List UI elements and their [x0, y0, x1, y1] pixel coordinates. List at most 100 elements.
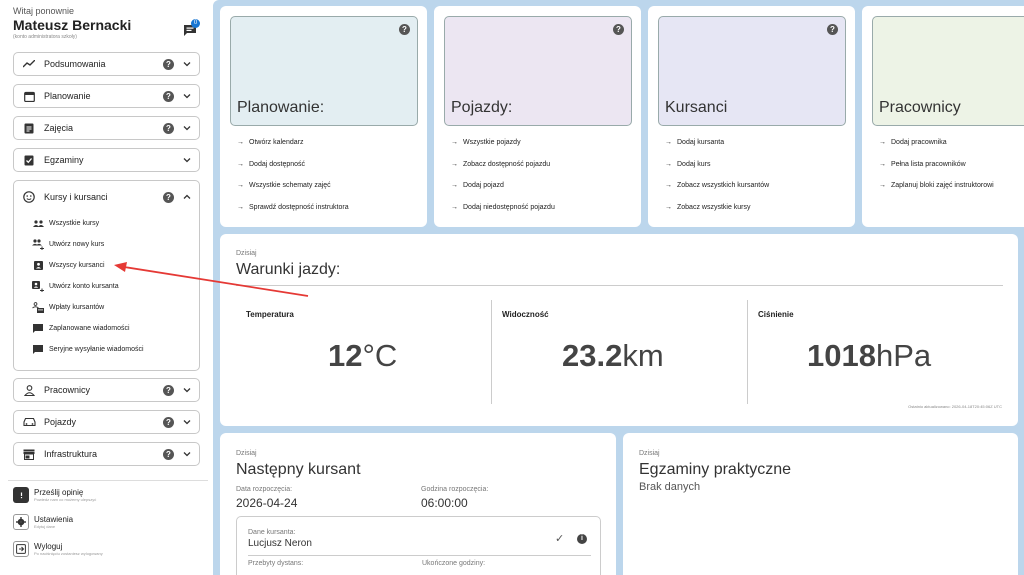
person-card-icon: [32, 260, 44, 272]
quick-link[interactable]: → Dodaj pojazd: [451, 182, 504, 189]
arrow-right-icon: →: [665, 161, 672, 168]
quick-link[interactable]: → Wszystkie pojazdy: [451, 139, 521, 146]
student-name: Lucjusz Neron: [248, 538, 312, 549]
exams-title: Egzaminy praktyczne: [639, 461, 792, 478]
help-icon[interactable]: ?: [399, 24, 410, 35]
sub-item-label: Seryjne wysyłanie wiadomości: [49, 346, 144, 353]
quick-link[interactable]: → Dodaj pracownika: [879, 139, 947, 146]
sidebar-item-infrastructure[interactable]: Infrastruktura ?: [13, 442, 200, 466]
quick-link[interactable]: → Dodaj dostępność: [237, 161, 305, 168]
details-label: Dane kursanta:: [248, 529, 296, 536]
quick-link[interactable]: → Zaplanuj bloki zajęć instruktorowi: [879, 182, 994, 189]
quick-link[interactable]: → Wszystkie schematy zajęć: [237, 182, 331, 189]
arrow-right-icon: →: [451, 204, 458, 211]
chevron-down-icon[interactable]: [183, 450, 191, 458]
quick-link[interactable]: → Zobacz wszystkich kursantów: [665, 182, 769, 189]
sidebar-item-vehicles[interactable]: Pojazdy ?: [13, 410, 200, 434]
arrow-right-icon: →: [665, 182, 672, 189]
visibility-value: 23.2km: [562, 338, 664, 373]
chevron-down-icon[interactable]: [183, 156, 191, 164]
quick-link[interactable]: → Dodaj kurs: [665, 161, 710, 168]
account-note: (konto administratora szkoły): [13, 34, 77, 40]
sidebar-item-label: Zajęcia: [44, 123, 74, 133]
chevron-down-icon[interactable]: [183, 386, 191, 394]
user-name: Mateusz Bernacki: [13, 17, 132, 33]
user-greeting: Witaj ponownie Mateusz Bernacki (konto a…: [13, 6, 131, 40]
calendar-icon: [22, 89, 36, 103]
feedback-button[interactable]: Prześlij opinię Powiedz nam co możemy ul…: [13, 487, 96, 503]
quick-link[interactable]: → Otwórz kalendarz: [237, 139, 303, 146]
sidebar-item-employees[interactable]: Pracownicy ?: [13, 378, 200, 402]
sidebar-item-label: Podsumowania: [44, 59, 106, 69]
weather-today: Dzisiaj: [236, 250, 257, 257]
quick-link[interactable]: → Sprawdź dostępność instruktora: [237, 204, 349, 211]
divider: [747, 300, 748, 404]
help-icon[interactable]: ?: [163, 416, 174, 428]
chevron-up-icon[interactable]: [183, 193, 191, 201]
sidebar-footer: Prześlij opinię Powiedz nam co możemy ul…: [8, 480, 208, 575]
temperature-label: Temperatura: [246, 310, 294, 319]
help-icon[interactable]: ?: [613, 24, 624, 35]
visibility-label: Widoczność: [502, 310, 549, 319]
weather-updated: Ostatnio aktualizowano: 2026-04-18T20:45…: [908, 404, 1002, 409]
help-icon[interactable]: ?: [163, 191, 174, 203]
clipboard-icon: [22, 121, 36, 135]
sidebar-subitem-payments[interactable]: Wpłaty kursantów: [14, 297, 199, 318]
sidebar-subitem-all-students[interactable]: Wszyscy kursanci: [14, 255, 199, 276]
sidebar-subitem-bulk-messages[interactable]: Seryjne wysyłanie wiadomości: [14, 339, 199, 360]
chevron-down-icon[interactable]: [183, 124, 191, 132]
logout-icon: [13, 541, 29, 557]
arrow-right-icon: →: [451, 139, 458, 146]
quick-link[interactable]: → Dodaj niedostępność pojazdu: [451, 204, 555, 211]
trend-icon: [22, 57, 36, 71]
next-student-card: Dzisiaj Następny kursant Data rozpoczęci…: [220, 433, 616, 575]
help-icon[interactable]: ?: [163, 448, 174, 460]
quick-link[interactable]: → Zobacz wszystkie kursy: [665, 204, 751, 211]
sidebar-item-classes[interactable]: Zajęcia ?: [13, 116, 200, 140]
quick-link[interactable]: → Zobacz dostępność pojazdu: [451, 161, 550, 168]
sidebar-item-courses[interactable]: Kursy i kursanci ?: [14, 181, 199, 213]
arrow-right-icon: →: [451, 182, 458, 189]
arrow-right-icon: →: [665, 139, 672, 146]
person-add-icon: [32, 281, 44, 293]
help-icon[interactable]: ?: [163, 384, 174, 396]
quick-link[interactable]: → Pełna lista pracowników: [879, 161, 966, 168]
start-time-label: Godzina rozpoczęcia:: [421, 486, 489, 493]
card-title: Pojazdy:: [451, 99, 513, 116]
quick-card-employees: Pracownicy → Dodaj pracownika → Pełna list…: [862, 6, 1024, 227]
sidebar-item-planning[interactable]: Planowanie ?: [13, 84, 200, 108]
sidebar-subitem-all-courses[interactable]: Wszystkie kursy: [14, 213, 199, 234]
feedback-title: Prześlij opinię: [34, 488, 84, 497]
help-icon[interactable]: ?: [827, 24, 838, 35]
sidebar-subitem-create-student[interactable]: Utwórz konto kursanta: [14, 276, 199, 297]
settings-button[interactable]: Ustawienia Edytuj dane: [13, 514, 73, 530]
payments-icon: [32, 302, 44, 314]
chevron-down-icon[interactable]: [183, 418, 191, 426]
info-icon[interactable]: i: [577, 534, 587, 544]
help-icon[interactable]: ?: [163, 122, 174, 134]
check-icon[interactable]: ✓: [555, 532, 564, 545]
sub-item-label: Wszyscy kursanci: [49, 262, 105, 269]
sidebar-item-label: Pracownicy: [44, 385, 91, 395]
chevron-down-icon[interactable]: [183, 92, 191, 100]
sidebar-item-label: Infrastruktura: [44, 449, 98, 459]
arrow-right-icon: →: [237, 204, 244, 211]
sidebar-item-label: Pojazdy: [44, 417, 77, 427]
sidebar-item-summaries[interactable]: Podsumowania ?: [13, 52, 200, 76]
help-icon[interactable]: ?: [163, 90, 174, 102]
sidebar-item-label: Kursy i kursanci: [44, 192, 108, 202]
chevron-down-icon[interactable]: [183, 60, 191, 68]
logout-button[interactable]: Wyloguj Po naciśnięciu zostaniesz wylogo…: [13, 541, 103, 557]
sub-item-label: Zaplanowane wiadomości: [49, 325, 130, 332]
sidebar-subitem-new-course[interactable]: Utwórz nowy kurs: [14, 234, 199, 255]
sidebar-subitem-scheduled-messages[interactable]: Zaplanowane wiadomości: [14, 318, 199, 339]
quick-card-vehicles: ? Pojazdy: → Wszystkie pojazdy → Zobacz do…: [434, 6, 641, 227]
help-icon[interactable]: ?: [163, 58, 174, 70]
quick-link[interactable]: → Dodaj kursanta: [665, 139, 724, 146]
arrow-right-icon: →: [237, 182, 244, 189]
feedback-subtitle: Powiedz nam co możemy ulepszyć: [34, 497, 97, 502]
arrow-right-icon: →: [879, 182, 886, 189]
weather-card: Dzisiaj Warunki jazdy: Temperatura 12°C …: [220, 234, 1018, 426]
start-date-value: 2026-04-24: [236, 496, 298, 510]
sidebar-item-exams[interactable]: Egzaminy: [13, 148, 200, 172]
